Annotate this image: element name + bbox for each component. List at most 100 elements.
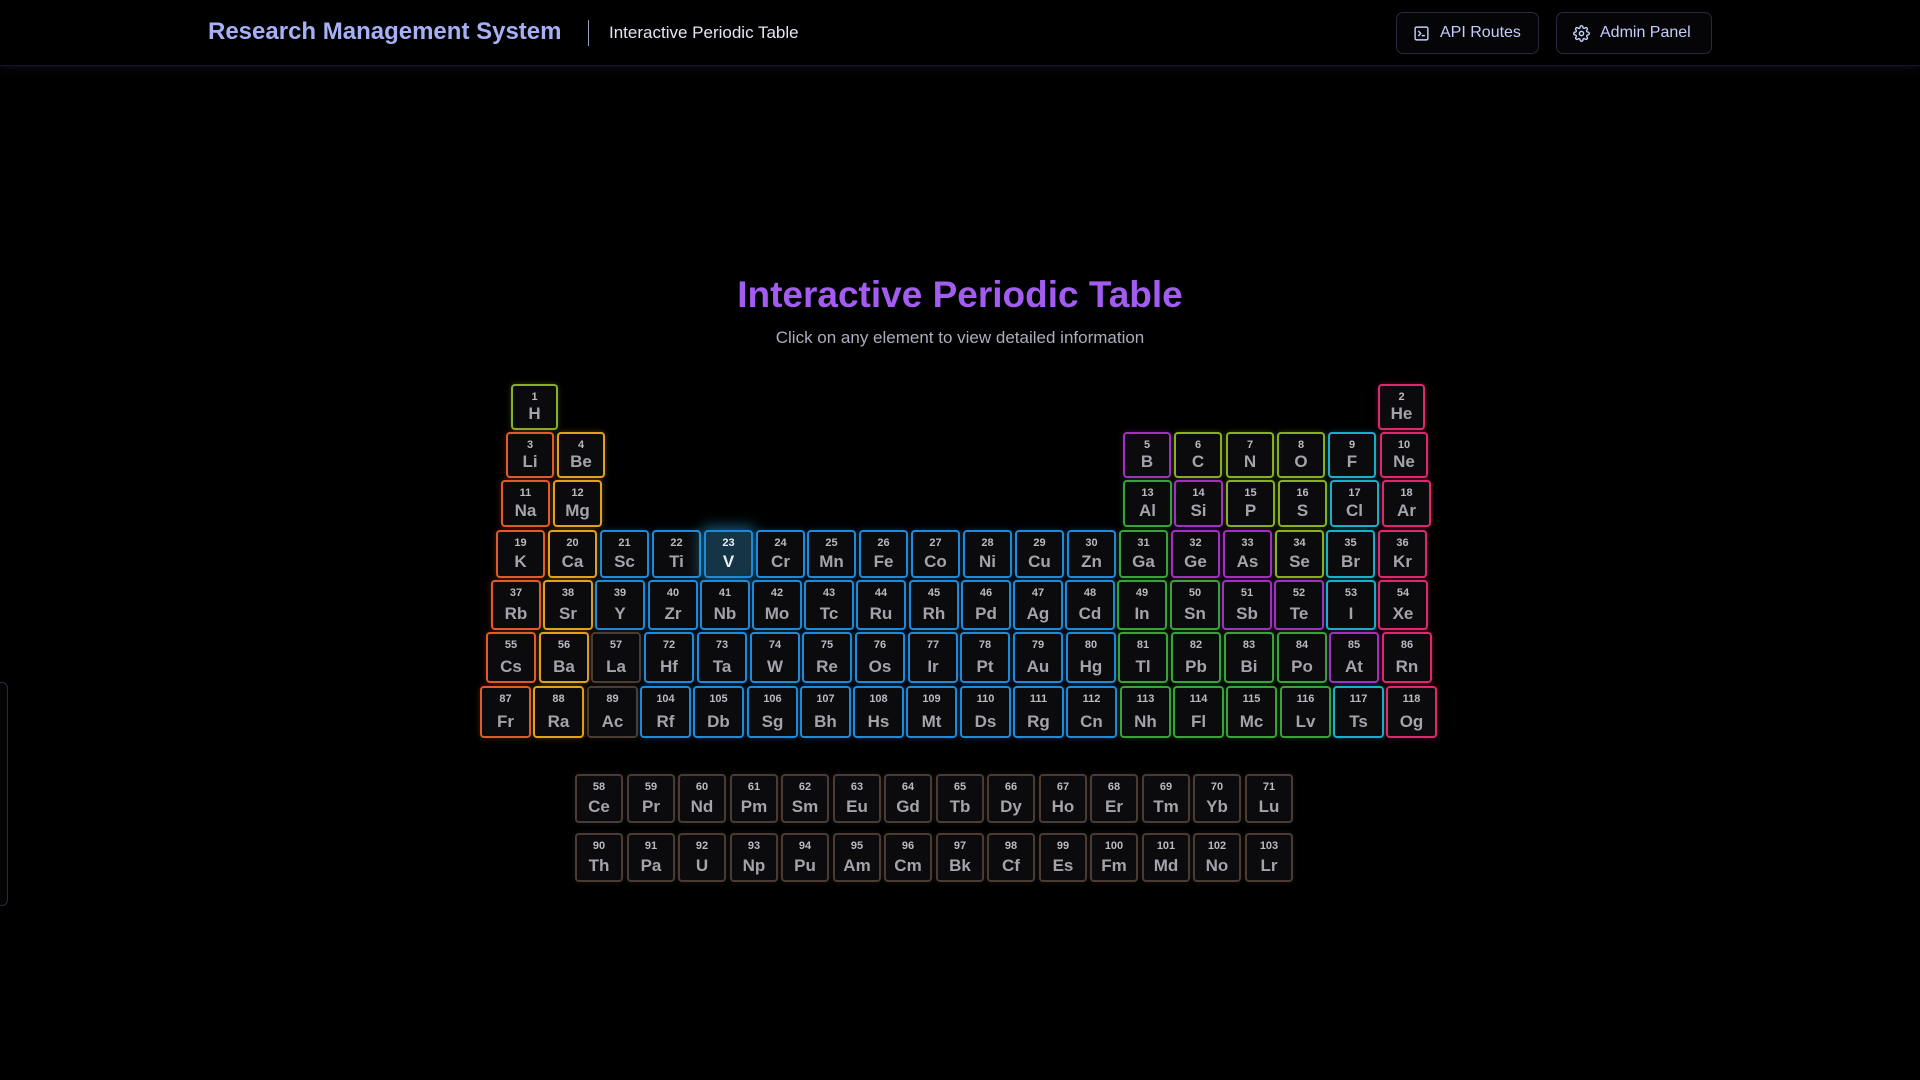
element-cell-tl[interactable]: 81 Tl — [1118, 632, 1168, 683]
element-cell-cm[interactable]: 96 Cm — [884, 833, 932, 882]
element-cell-u[interactable]: 92 U — [678, 833, 726, 882]
element-cell-n[interactable]: 7N — [1226, 432, 1274, 478]
element-cell-na[interactable]: 11 Na — [501, 480, 550, 527]
element-cell-no[interactable]: 102 No — [1193, 833, 1241, 882]
element-cell-rf[interactable]: 104 Rf — [640, 686, 691, 738]
element-cell-es[interactable]: 99 Es — [1039, 833, 1087, 882]
element-cell-db[interactable]: 105 Db — [693, 686, 744, 738]
element-cell-mc[interactable]: 115 Mc — [1226, 686, 1277, 738]
element-cell-lv[interactable]: 116 Lv — [1280, 686, 1331, 738]
element-cell-be[interactable]: 4 Be — [557, 432, 605, 478]
element-cell-dy[interactable]: 66 Dy — [987, 774, 1035, 823]
element-cell-rb[interactable]: 37 Rb — [491, 580, 541, 630]
element-cell-f[interactable]: 9F — [1328, 432, 1376, 478]
element-cell-pa[interactable]: 91 Pa — [627, 833, 675, 882]
element-cell-mt[interactable]: 109 Mt — [906, 686, 957, 738]
element-cell-cu[interactable]: 29 Cu — [1015, 530, 1064, 578]
element-cell-ar[interactable]: 18 Ar — [1382, 480, 1431, 527]
element-cell-p[interactable]: 15 P — [1226, 480, 1275, 527]
element-cell-ga[interactable]: 31 Ga — [1119, 530, 1168, 578]
element-cell-rn[interactable]: 86 Rn — [1382, 632, 1432, 683]
element-cell-pm[interactable]: 61 Pm — [730, 774, 778, 823]
element-cell-in[interactable]: 49 In — [1117, 580, 1167, 630]
element-cell-ho[interactable]: 67 Ho — [1039, 774, 1087, 823]
element-cell-w[interactable]: 74 W — [750, 632, 800, 683]
element-cell-sr[interactable]: 38 Sr — [543, 580, 593, 630]
element-cell-ge[interactable]: 32 Ge — [1171, 530, 1220, 578]
element-cell-pt[interactable]: 78 Pt — [960, 632, 1010, 683]
element-cell-os[interactable]: 76 Os — [855, 632, 905, 683]
element-cell-y[interactable]: 39 Y — [595, 580, 645, 630]
element-cell-xe[interactable]: 54 Xe — [1378, 580, 1428, 630]
element-cell-ts[interactable]: 117 Ts — [1333, 686, 1384, 738]
element-cell-lu[interactable]: 71 Lu — [1245, 774, 1293, 823]
element-cell-zn[interactable]: 30 Zn — [1067, 530, 1116, 578]
element-cell-ta[interactable]: 73 Ta — [697, 632, 747, 683]
element-cell-yb[interactable]: 70 Yb — [1193, 774, 1241, 823]
element-cell-mn[interactable]: 25 Mn — [807, 530, 856, 578]
element-cell-bh[interactable]: 107 Bh — [800, 686, 851, 738]
element-cell-au[interactable]: 79 Au — [1013, 632, 1063, 683]
element-cell-nh[interactable]: 113 Nh — [1120, 686, 1171, 738]
element-cell-ac[interactable]: 89 Ac — [587, 686, 638, 738]
element-cell-c[interactable]: 6C — [1174, 432, 1222, 478]
element-cell-th[interactable]: 90 Th — [575, 833, 623, 882]
element-cell-fr[interactable]: 87 Fr — [480, 686, 531, 738]
element-cell-tm[interactable]: 69 Tm — [1142, 774, 1190, 823]
element-cell-si[interactable]: 14 Si — [1174, 480, 1223, 527]
element-cell-bi[interactable]: 83 Bi — [1224, 632, 1274, 683]
element-cell-hf[interactable]: 72 Hf — [644, 632, 694, 683]
element-cell-k[interactable]: 19 K — [496, 530, 545, 578]
element-cell-bk[interactable]: 97 Bk — [936, 833, 984, 882]
element-cell-b[interactable]: 5B — [1123, 432, 1171, 478]
element-cell-ru[interactable]: 44 Ru — [856, 580, 906, 630]
element-cell-gd[interactable]: 64 Gd — [884, 774, 932, 823]
element-cell-kr[interactable]: 36 Kr — [1378, 530, 1427, 578]
element-cell-cl[interactable]: 17 Cl — [1330, 480, 1379, 527]
element-cell-he[interactable]: 2 He — [1378, 384, 1425, 430]
element-cell-al[interactable]: 13 Al — [1123, 480, 1172, 527]
element-cell-at[interactable]: 85 At — [1329, 632, 1379, 683]
element-cell-fe[interactable]: 26 Fe — [859, 530, 908, 578]
element-cell-br[interactable]: 35 Br — [1326, 530, 1375, 578]
element-cell-tb[interactable]: 65 Tb — [936, 774, 984, 823]
element-cell-pr[interactable]: 59 Pr — [627, 774, 675, 823]
element-cell-pd[interactable]: 46 Pd — [961, 580, 1011, 630]
element-cell-eu[interactable]: 63 Eu — [833, 774, 881, 823]
element-cell-ir[interactable]: 77 Ir — [908, 632, 958, 683]
element-cell-ag[interactable]: 47 Ag — [1013, 580, 1063, 630]
element-cell-sn[interactable]: 50 Sn — [1170, 580, 1220, 630]
element-cell-tc[interactable]: 43 Tc — [804, 580, 854, 630]
element-cell-np[interactable]: 93 Np — [730, 833, 778, 882]
element-cell-pu[interactable]: 94 Pu — [781, 833, 829, 882]
element-cell-mo[interactable]: 42 Mo — [752, 580, 802, 630]
element-cell-nd[interactable]: 60 Nd — [678, 774, 726, 823]
element-cell-po[interactable]: 84 Po — [1277, 632, 1327, 683]
element-cell-md[interactable]: 101 Md — [1142, 833, 1190, 882]
element-cell-ti[interactable]: 22 Ti — [652, 530, 701, 578]
element-cell-cr[interactable]: 24 Cr — [756, 530, 805, 578]
element-cell-se[interactable]: 34 Se — [1275, 530, 1324, 578]
element-cell-ne[interactable]: 10 Ne — [1380, 432, 1428, 478]
element-cell-cs[interactable]: 55 Cs — [486, 632, 536, 683]
element-cell-er[interactable]: 68 Er — [1090, 774, 1138, 823]
element-cell-fm[interactable]: 100 Fm — [1090, 833, 1138, 882]
element-cell-sb[interactable]: 51 Sb — [1222, 580, 1272, 630]
element-cell-cn[interactable]: 112 Cn — [1066, 686, 1117, 738]
element-cell-sc[interactable]: 21 Sc — [600, 530, 649, 578]
element-cell-co[interactable]: 27 Co — [911, 530, 960, 578]
element-cell-sg[interactable]: 106 Sg — [747, 686, 798, 738]
element-cell-s[interactable]: 16 S — [1278, 480, 1327, 527]
element-cell-ds[interactable]: 110 Ds — [960, 686, 1011, 738]
element-cell-mg[interactable]: 12 Mg — [553, 480, 602, 527]
element-cell-lr[interactable]: 103 Lr — [1245, 833, 1293, 882]
element-cell-ce[interactable]: 58 Ce — [575, 774, 623, 823]
element-cell-cf[interactable]: 98 Cf — [987, 833, 1035, 882]
element-cell-pb[interactable]: 82 Pb — [1171, 632, 1221, 683]
element-cell-rg[interactable]: 111 Rg — [1013, 686, 1064, 738]
element-cell-li[interactable]: 3 Li — [506, 432, 554, 478]
element-cell-ra[interactable]: 88 Ra — [533, 686, 584, 738]
element-cell-la[interactable]: 57 La — [591, 632, 641, 683]
element-cell-rh[interactable]: 45 Rh — [909, 580, 959, 630]
element-cell-zr[interactable]: 40 Zr — [648, 580, 698, 630]
